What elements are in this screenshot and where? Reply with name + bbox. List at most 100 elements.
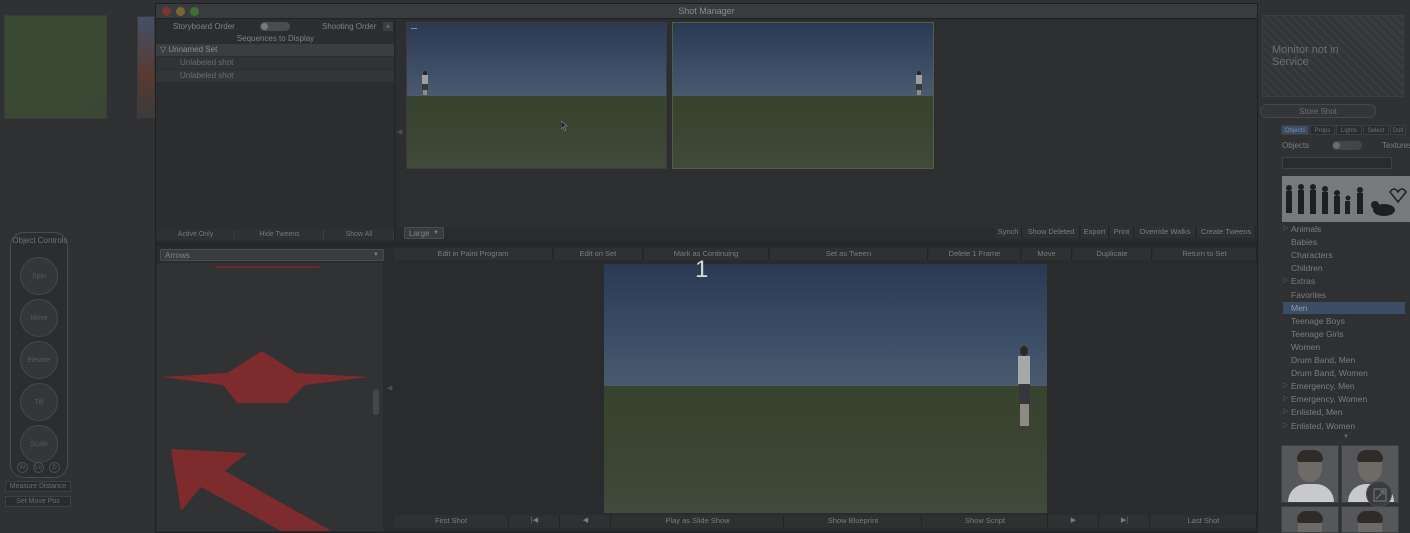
category-item[interactable]: Favorites (1283, 288, 1405, 301)
shooting-order-label: Shooting Order (322, 22, 377, 31)
category-item[interactable]: Drum Band, Men (1283, 354, 1405, 366)
show-deleted-button[interactable]: Show Deleted (1023, 226, 1080, 238)
tab-dolf[interactable]: Dolf (1390, 125, 1406, 135)
category-item[interactable]: Drum Band, Women (1283, 367, 1405, 380)
size-select[interactable]: Large ▼ (404, 227, 444, 239)
disclosure-triangle-icon[interactable]: ▷ (1283, 275, 1288, 287)
category-item[interactable]: Children (1283, 262, 1405, 275)
strip-left-arrow-icon[interactable]: ◀ (397, 128, 402, 136)
set-move-pos-button[interactable]: Set Move Pos (5, 496, 71, 507)
disclosure-triangle-icon[interactable]: ▷ (1283, 420, 1288, 432)
override-walks-button[interactable]: Override Walks (1135, 226, 1196, 238)
disclosure-triangle-icon[interactable]: ▷ (1283, 393, 1288, 405)
category-item[interactable]: Teenage Girls (1283, 327, 1405, 340)
storyboard-order-label: Storyboard Order (173, 22, 235, 31)
active-only-button[interactable]: Active Only (157, 229, 235, 240)
step-forward-icon[interactable]: ▶ (1049, 515, 1099, 527)
first-shot-button[interactable]: First Shot (394, 515, 509, 527)
step-back-icon[interactable]: ◀ (561, 515, 611, 527)
tab-lights[interactable]: Lights (1336, 125, 1362, 135)
shot-row[interactable]: Unlabeled shot (156, 57, 394, 69)
elevate-button[interactable]: Elevate (20, 341, 58, 379)
move-button[interactable]: Move (20, 299, 58, 337)
delete-frame-button[interactable]: Delete 1 Frame (929, 248, 1021, 260)
chevron-down-icon: ▼ (373, 252, 379, 258)
category-item[interactable]: ▷ Emergency, Women (1283, 393, 1405, 406)
arrows-select[interactable]: Arrows ▼ (160, 249, 384, 261)
disclosure-triangle-icon[interactable]: ▷ (1283, 406, 1288, 418)
duplicate-button[interactable]: Duplicate (1073, 248, 1152, 260)
category-label: Favorites (1291, 289, 1326, 300)
chevron-down-icon: ▼ (433, 230, 439, 236)
hide-tweens-button[interactable]: Hide Tweens (236, 229, 324, 240)
walk-mini-button[interactable]: W (17, 462, 28, 473)
add-button[interactable]: + (383, 22, 393, 31)
category-item[interactable]: ▷ Enlisted, Men (1283, 406, 1405, 419)
objects-textures-toggle[interactable] (1332, 141, 1362, 150)
category-item[interactable]: Teenage Boys (1283, 314, 1405, 327)
category-item[interactable]: ▷ Emergency, Men (1283, 380, 1405, 393)
category-label: Enlisted, Men (1291, 407, 1343, 418)
shot-thumbnail-2[interactable] (672, 22, 934, 169)
skip-first-icon[interactable]: |◀ (510, 515, 560, 527)
character-thumbnail[interactable] (1281, 445, 1339, 503)
scale-button[interactable]: Scale (20, 425, 58, 463)
disclosure-triangle-icon[interactable]: ▷ (1283, 223, 1288, 235)
store-shot-button[interactable]: Store Shot (1260, 104, 1376, 118)
tab-select[interactable]: Select (1363, 125, 1389, 135)
category-item[interactable]: Women (1283, 340, 1405, 353)
diagonal-arrow-shape[interactable] (157, 443, 383, 531)
category-item[interactable]: ▷ Extras (1283, 275, 1405, 288)
arrows-select-value: Arrows (165, 251, 190, 260)
category-label: Extras (1291, 276, 1316, 287)
spin-button[interactable]: Spin (20, 257, 58, 295)
shot-row[interactable]: Unlabeled shot (156, 70, 394, 82)
character-thumbnail[interactable] (1341, 506, 1399, 533)
move-button[interactable]: Move (1022, 248, 1072, 260)
panel-divider (156, 242, 1257, 247)
synch-button[interactable]: Synch (995, 226, 1022, 238)
tab-props[interactable]: Props (1310, 125, 1335, 135)
category-item[interactable]: ▷ Animals (1283, 223, 1405, 235)
create-tweens-button[interactable]: Create Tweens (1197, 226, 1256, 238)
last-shot-button[interactable]: Last Shot (1151, 515, 1257, 527)
expand-icon[interactable] (1366, 481, 1392, 507)
sequence-panel: Storyboard Order Shooting Order + Sequen… (156, 20, 395, 241)
monitor-text: Monitor not in Service (1272, 44, 1339, 68)
edit-in-paint-program-button[interactable]: Edit in Paint Program (394, 248, 553, 260)
tilt-button[interactable]: Tilt (20, 383, 58, 421)
category-label: Drum Band, Men (1291, 355, 1356, 365)
arrow-line-shape[interactable] (215, 266, 319, 268)
textures-label: Textures (1382, 141, 1410, 150)
main-shot-frame[interactable] (604, 264, 1047, 513)
category-label: Animals (1291, 224, 1322, 234)
show-all-button[interactable]: Show All (325, 229, 394, 240)
edit-on-set-button[interactable]: Edit on Set (554, 248, 643, 260)
order-toggle[interactable] (260, 22, 290, 31)
category-item[interactable]: ▷ Enlisted, Women (1283, 419, 1405, 432)
category-item[interactable]: Babies (1283, 236, 1405, 249)
print-button[interactable]: Print (1110, 226, 1134, 238)
skip-last-icon[interactable]: ▶| (1100, 515, 1150, 527)
show-script-button[interactable]: Show Script (923, 515, 1048, 527)
play-slide-show-button[interactable]: Play as Slide Show (612, 515, 784, 527)
category-label: Teenage Girls (1291, 328, 1344, 339)
object-search-input[interactable] (1282, 157, 1392, 169)
arrow-shape[interactable] (157, 345, 383, 405)
shot-thumbnail-1[interactable] (406, 22, 667, 169)
character-thumbnail[interactable] (1281, 506, 1339, 533)
lo-mini-button[interactable]: Lo (33, 462, 44, 473)
measure-distance-button[interactable]: Measure Distance (5, 481, 71, 492)
export-button[interactable]: Export (1081, 226, 1109, 238)
set-as-tween-button[interactable]: Set as Tween (770, 248, 928, 260)
set-row[interactable]: ▽ Unnamed Set (156, 44, 394, 56)
gallery-scrollbar[interactable] (373, 389, 379, 415)
category-item[interactable]: Characters (1283, 249, 1405, 262)
d-mini-button[interactable]: D (49, 462, 60, 473)
return-to-set-button[interactable]: Return to Set (1153, 248, 1257, 260)
category-item[interactable]: Men (1283, 301, 1405, 314)
disclosure-triangle-icon[interactable]: ▷ (1283, 380, 1288, 392)
show-blueprint-button[interactable]: Show Blueprint (785, 515, 922, 527)
tab-objects[interactable]: Objects (1281, 125, 1309, 135)
collapse-handle-icon[interactable]: ◀ (387, 384, 392, 392)
